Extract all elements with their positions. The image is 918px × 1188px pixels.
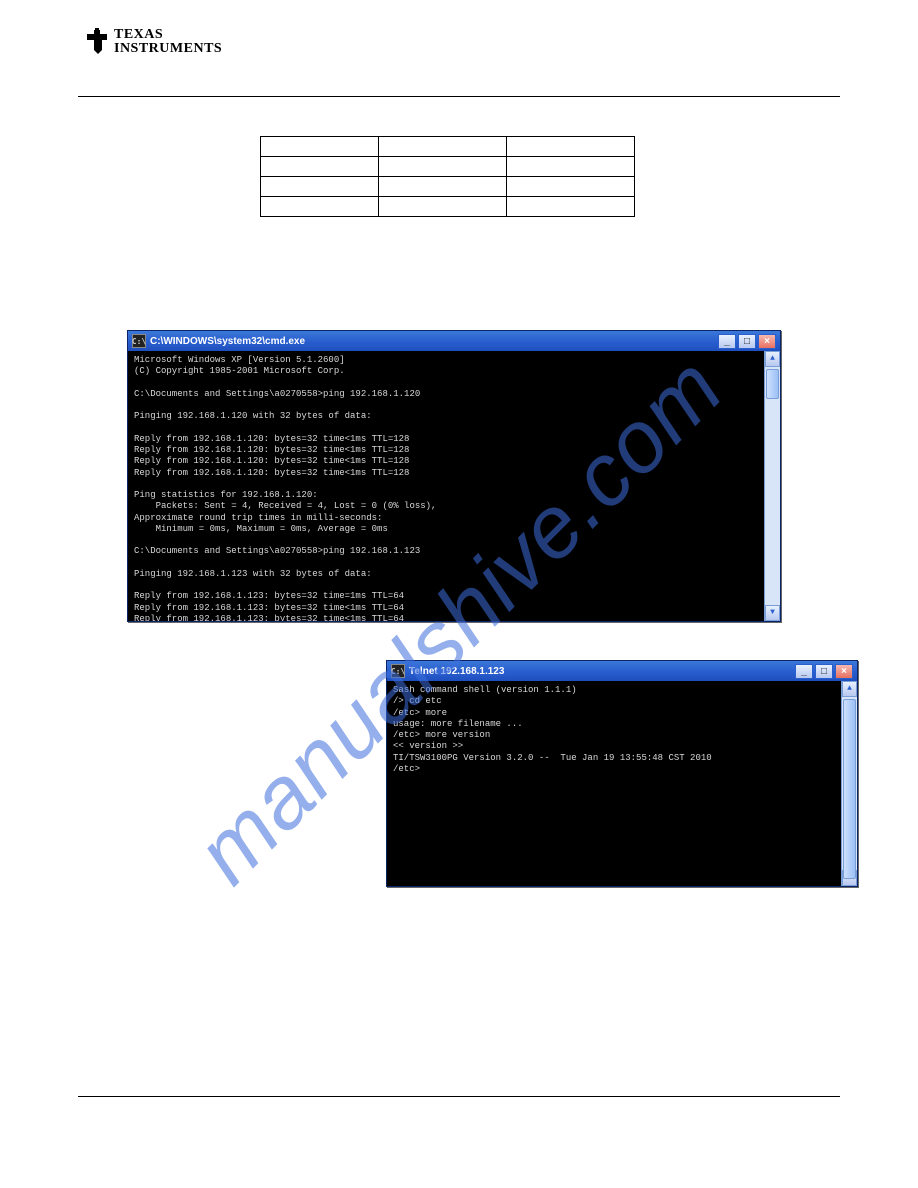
scroll-thumb[interactable] <box>843 699 856 879</box>
terminal-output: Microsoft Windows XP [Version 5.1.2600] … <box>128 351 780 621</box>
scroll-thumb[interactable] <box>766 369 779 399</box>
window-title: C:\WINDOWS\system32\cmd.exe <box>150 336 305 347</box>
scroll-track[interactable] <box>765 367 780 605</box>
scroll-up-button[interactable]: ▲ <box>842 681 857 697</box>
minimize-button[interactable]: _ <box>718 334 736 349</box>
ti-chip-icon <box>84 28 110 56</box>
paragraph: Confirm that the TI/TSW3100 software is … <box>103 648 353 702</box>
footer-doc-title: TSW3100 Overview <box>740 1104 820 1114</box>
scrollbar[interactable]: ▲ ▼ <box>764 351 780 621</box>
header-rule <box>78 96 840 97</box>
cmd-icon: C:\ <box>132 334 146 348</box>
cmd-icon: C:\ <box>391 664 405 678</box>
figure-caption: Figure 2-4. Telnet to EVM <box>0 898 918 909</box>
window-title: Telnet 192.168.1.123 <box>409 666 504 677</box>
paragraph: If the user modifies the IP address, the… <box>103 252 840 266</box>
cmd-window-ping: C:\ C:\WINDOWS\system32\cmd.exe _ □ × Mi… <box>127 330 781 622</box>
close-button[interactable]: × <box>758 334 776 349</box>
logo-line2: INSTRUMENTS <box>114 41 222 56</box>
cmd-window-telnet: C:\ Telnet 192.168.1.123 _ □ × Sash comm… <box>386 660 858 887</box>
header-meta: SLAU212C – November 2007 – Revised March… <box>628 60 840 70</box>
scroll-down-button[interactable]: ▼ <box>765 605 780 621</box>
titlebar[interactable]: C:\ C:\WINDOWS\system32\cmd.exe _ □ × <box>128 331 780 351</box>
paragraph: The TSW3100 can be programmed to output … <box>103 1004 840 1031</box>
table-row: D3 Link On — connected <box>261 197 635 217</box>
maximize-button[interactable]: □ <box>738 334 756 349</box>
page: TEXAS INSTRUMENTS SLAU212C – November 20… <box>0 0 918 1188</box>
ti-logo: TEXAS INSTRUMENTS <box>84 28 222 56</box>
footer-center: Submit Documentation Feedback Copyright … <box>0 1120 918 1140</box>
scroll-track[interactable] <box>842 697 857 870</box>
maximize-button[interactable]: □ <box>815 664 833 679</box>
terminal-output: Sash command shell (version 1.1.1) /> cd… <box>387 681 857 886</box>
th-status: Status <box>507 137 635 157</box>
footer-page-number: 13 <box>830 1104 840 1114</box>
scroll-up-button[interactable]: ▲ <box>765 351 780 367</box>
figure-caption: Figure 2-3. Host PC Ping Command and Res… <box>0 626 918 637</box>
ti-logo-text: TEXAS INSTRUMENTS <box>114 28 222 56</box>
close-button[interactable]: × <box>835 664 853 679</box>
footer-feedback-link[interactable]: Submit Documentation Feedback <box>392 1120 525 1130</box>
scrollbar[interactable]: ▲ ▼ <box>841 681 857 886</box>
paragraph: During power up, D15 through D18 illumin… <box>103 956 840 983</box>
footer-left: SLAU212C – November 2007 – Revised March… <box>78 1104 290 1114</box>
table-header-row: LED Description Status <box>261 137 635 157</box>
minimize-button[interactable]: _ <box>795 664 813 679</box>
section-title: Software Installation and Operation <box>684 76 840 87</box>
titlebar[interactable]: C:\ Telnet 192.168.1.123 _ □ × <box>387 661 857 681</box>
led-table: LED Description Status D1 Full duplex Of… <box>260 136 635 217</box>
paragraph: Six LED indicators on the board display … <box>103 920 840 947</box>
table-caption: Table 2-1. Ethernet Link LED Indicators <box>0 118 918 129</box>
th-desc: Description <box>379 137 507 157</box>
table-row: D2 10/100 Off — 10; On — 100 <box>261 177 635 197</box>
paragraph: Following reboot, the user can confirm t… <box>103 290 840 304</box>
logo-line1: TEXAS <box>114 27 163 42</box>
footer-right: TSW3100 Overview 13 <box>740 1104 840 1114</box>
footer-copyright: Copyright © 2007–2010, Texas Instruments… <box>0 1130 918 1140</box>
table-row: D1 Full duplex Off — half; On — full <box>261 157 635 177</box>
th-led: LED <box>261 137 379 157</box>
footer-rule <box>78 1096 840 1097</box>
